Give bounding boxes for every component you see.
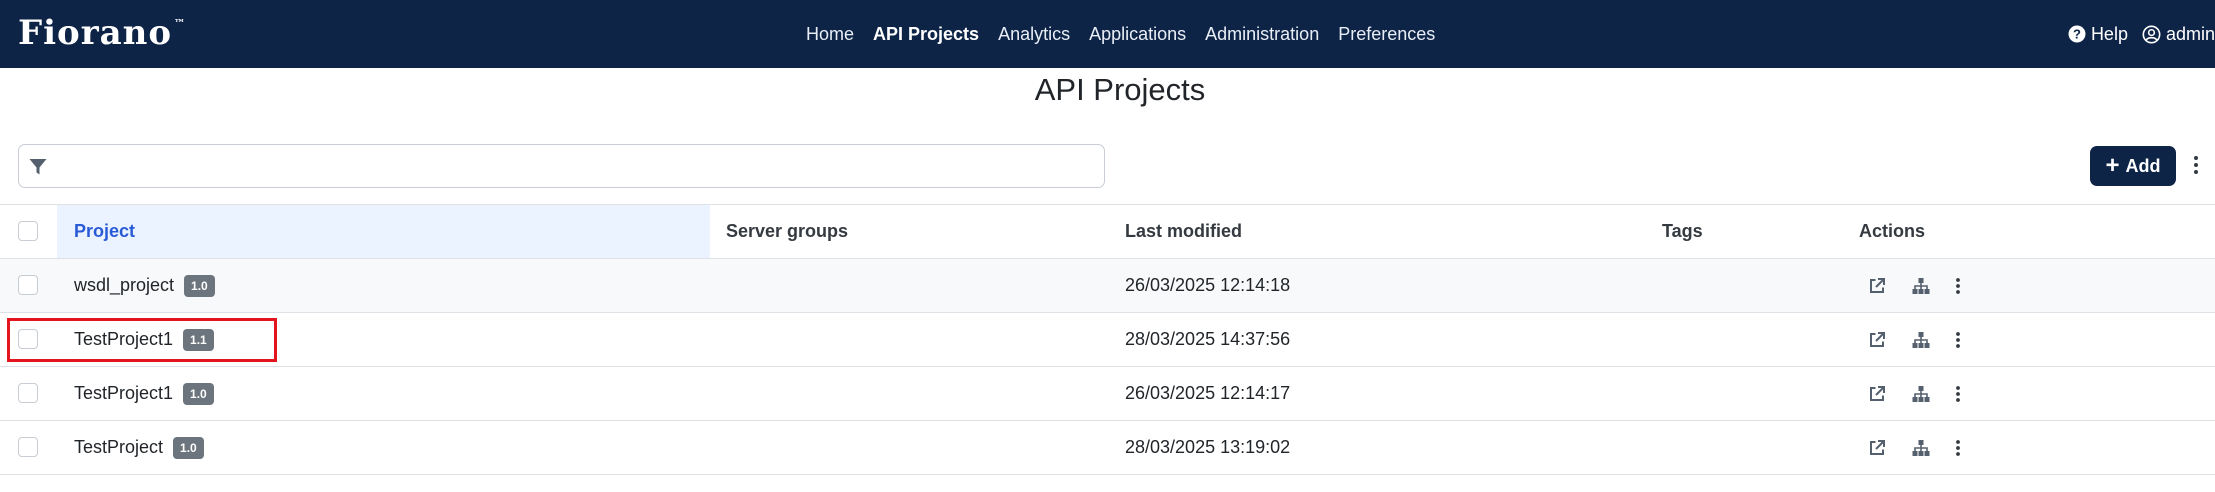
external-link-icon	[1870, 439, 1885, 455]
last-modified-cell: 26/03/2025 12:14:17	[1125, 383, 1291, 403]
select-all-checkbox[interactable]	[18, 221, 38, 241]
column-header-project[interactable]: Project	[74, 205, 135, 258]
hierarchy-button[interactable]	[1911, 276, 1931, 296]
project-cell: TestProject 1.0	[74, 421, 204, 474]
nav-item-analytics[interactable]: Analytics	[998, 24, 1070, 45]
column-header-actions: Actions	[1859, 221, 1926, 241]
table-row: TestProject1 1.0 26/03/2025 12:14:17	[0, 367, 2215, 421]
last-modified-cell: 28/03/2025 14:37:56	[1125, 329, 1291, 349]
external-link-icon	[1870, 385, 1885, 401]
last-modified-cell: 28/03/2025 13:19:02	[1125, 437, 1291, 457]
user-nav: ? Help admin	[2054, 0, 2215, 68]
svg-text:?: ?	[2073, 27, 2081, 42]
kebab-icon	[1956, 385, 1960, 402]
toolbar-kebab-icon[interactable]	[2193, 155, 2199, 175]
last-modified-cell: 26/03/2025 12:14:18	[1125, 275, 1291, 295]
top-navbar: Fiorano ™ Home API Projects Analytics App…	[0, 0, 2215, 68]
row-more-button[interactable]	[1955, 277, 1961, 295]
row-actions	[1867, 313, 1961, 366]
hierarchy-icon	[1912, 385, 1930, 402]
logo-trademark: ™	[174, 17, 187, 30]
row-checkbox[interactable]	[18, 437, 38, 457]
row-more-button[interactable]	[1955, 439, 1961, 457]
filter-input[interactable]	[59, 151, 1093, 183]
column-header-tags[interactable]: Tags	[1662, 205, 1703, 258]
hierarchy-button[interactable]	[1911, 384, 1931, 404]
row-actions	[1867, 259, 1961, 312]
hierarchy-button[interactable]	[1911, 438, 1931, 458]
plus-icon: +	[2105, 152, 2120, 179]
project-name[interactable]: TestProject	[74, 437, 163, 458]
kebab-icon	[1956, 331, 1960, 348]
table-row: TestProject 1.0 28/03/2025 13:19:02	[0, 421, 2215, 475]
project-name[interactable]: TestProject1	[74, 383, 173, 404]
row-more-button[interactable]	[1955, 385, 1961, 403]
kebab-icon	[1956, 277, 1960, 294]
nav-item-home[interactable]: Home	[806, 24, 854, 45]
nav-item-administration[interactable]: Administration	[1205, 24, 1319, 45]
row-checkbox[interactable]	[18, 275, 38, 295]
project-cell: wsdl_project 1.0	[74, 259, 215, 312]
filter-icon	[29, 159, 47, 175]
row-more-button[interactable]	[1955, 331, 1961, 349]
project-header-highlight	[57, 205, 710, 258]
nav-item-preferences[interactable]: Preferences	[1338, 24, 1435, 45]
version-badge: 1.0	[184, 274, 215, 297]
help-link[interactable]: ? Help	[2068, 24, 2128, 45]
open-project-button[interactable]	[1867, 276, 1887, 296]
hierarchy-icon	[1912, 439, 1930, 456]
highlight-box	[7, 318, 277, 362]
version-badge: 1.0	[183, 382, 214, 405]
table-row: wsdl_project 1.0 26/03/2025 12:14:18	[0, 259, 2215, 313]
filter-box	[18, 144, 1105, 188]
version-badge: 1.0	[173, 436, 204, 459]
row-actions	[1867, 367, 1961, 420]
logo-text: Fiorano	[18, 13, 173, 53]
hierarchy-button[interactable]	[1911, 330, 1931, 350]
column-header-last-modified[interactable]: Last modified	[1125, 205, 1242, 258]
table-row: TestProject1 1.1 28/03/2025 14:37:56	[0, 313, 2215, 367]
project-name[interactable]: wsdl_project	[74, 275, 174, 296]
help-label: Help	[2090, 23, 2128, 44]
main-nav: Home API Projects Analytics Applications…	[806, 0, 1454, 68]
user-label: admin	[2165, 23, 2215, 44]
row-checkbox[interactable]	[18, 383, 38, 403]
kebab-icon	[1956, 439, 1960, 456]
open-project-button[interactable]	[1867, 330, 1887, 350]
nav-item-api-projects[interactable]: API Projects	[873, 24, 979, 45]
user-circle-icon	[2142, 25, 2161, 43]
column-header-server-groups[interactable]: Server groups	[726, 205, 848, 258]
row-actions	[1867, 421, 1961, 474]
page-title: API Projects	[1034, 72, 1206, 107]
add-button-label: Add	[2125, 155, 2161, 176]
open-project-button[interactable]	[1867, 384, 1887, 404]
external-link-icon	[1870, 331, 1885, 347]
nav-item-applications[interactable]: Applications	[1089, 24, 1186, 45]
table-header-row: Project Server groups Last modified Tags…	[0, 204, 2215, 259]
fiorano-logo[interactable]: Fiorano ™	[18, 13, 186, 53]
external-link-icon	[1870, 277, 1885, 293]
open-project-button[interactable]	[1867, 438, 1887, 458]
project-cell: TestProject1 1.0	[74, 367, 214, 420]
projects-table: Project Server groups Last modified Tags…	[0, 204, 2215, 475]
question-circle-icon: ?	[2068, 25, 2086, 43]
hierarchy-icon	[1912, 331, 1930, 348]
user-menu[interactable]: admin	[2142, 24, 2215, 45]
add-project-button[interactable]: + Add	[2090, 146, 2176, 186]
hierarchy-icon	[1912, 277, 1930, 294]
